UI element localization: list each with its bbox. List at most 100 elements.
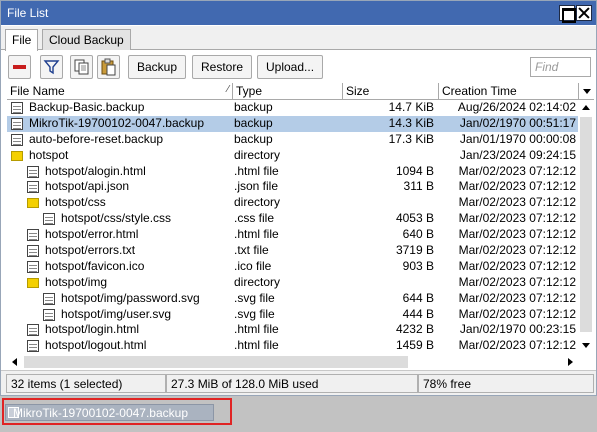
paste-button[interactable] [97,55,120,79]
file-type-cell: .html file [234,227,279,242]
file-size-cell: 1094 B [395,163,434,178]
file-size-cell: 14.7 KiB [388,100,434,114]
file-name-cell: MikroTik-19700102-0047.backup [7,116,232,132]
file-size-cell [342,275,438,291]
file-name-text: hotspot/error.html [45,227,139,242]
restore-icon[interactable] [559,5,576,23]
table-row[interactable]: hotspot/login.html .html file 4232 B Jan/02… [7,322,578,338]
table-row[interactable]: hotspot/errors.txt .txt file 3719 B Mar/02/… [7,243,578,259]
table-row[interactable]: hotspot/api.json .json file 311 B Mar/02/20… [7,179,578,195]
close-icon[interactable] [576,5,592,21]
file-name-text: hotspot [29,147,69,162]
vertical-scroll-thumb[interactable] [580,117,592,332]
file-type-cell: .ico file [234,258,272,273]
creation-time-cell: Jan/02/1970 00:51:17 [459,115,576,130]
file-name-cell: hotspot/css [7,195,232,211]
table-row[interactable]: hotspot/error.html .html file 640 B Mar/02/… [7,227,578,243]
horizontal-scroll-thumb[interactable] [24,356,408,368]
find-input[interactable] [530,57,591,77]
file-size-cell: 3719 B [395,243,434,258]
file-name-cell: Backup-Basic.backup [7,100,232,116]
vertical-scrollbar[interactable] [578,100,594,354]
file-icon [27,340,39,353]
remove-button[interactable] [8,55,31,79]
file-icon [43,213,55,226]
scroll-down-icon[interactable] [578,338,594,354]
file-name-text: hotspot/api.json [45,179,130,194]
table-row[interactable]: MikroTik-19700102-0047.backup backup 14.3 … [7,115,578,132]
upload-button[interactable]: Upload... [257,55,324,79]
tab-file[interactable]: File [5,29,39,51]
file-name-cell: hotspot/logout.html [7,338,232,354]
backup-button[interactable]: Backup [128,55,187,79]
scroll-right-icon[interactable] [562,354,578,370]
file-name-text: hotspot/css [45,195,106,210]
restore-button[interactable]: Restore [192,55,253,79]
window-title: File List [7,6,49,20]
highlighted-minimized-window: MikroTik-19700102-0047.backup [2,398,232,425]
table-row[interactable]: hotspot/favicon.ico .ico file 903 B Mar/02/… [7,259,578,275]
horizontal-scrollbar[interactable] [7,354,578,370]
file-icon [43,308,55,321]
file-type-cell: .json file [234,179,279,194]
copy-button[interactable] [70,55,93,79]
column-header-file-name[interactable]: File Name ⁄ [7,83,232,100]
table-row[interactable]: hotspot/alogin.html .html file 1094 B Mar/0… [7,164,578,180]
table-row[interactable]: Backup-Basic.backup backup 14.7 KiB Aug/26/… [7,100,578,116]
file-name-cell: hotspot/errors.txt [7,243,232,259]
column-header-type[interactable]: Type [232,83,342,100]
file-icon [11,133,23,146]
folder-icon [27,277,39,288]
column-header-creation-time[interactable]: Creation Time [438,83,578,100]
scroll-left-icon[interactable] [7,354,23,370]
file-name-cell: hotspot/error.html [7,227,232,243]
file-icon [27,324,39,337]
file-name-cell: hotspot/img [7,275,232,291]
minimized-window-tab[interactable]: MikroTik-19700102-0047.backup [5,404,214,421]
sort-indicator-icon: ⁄ [227,84,229,95]
scroll-up-icon[interactable] [578,100,594,116]
file-name-text: hotspot/img [45,274,108,289]
columns-dropdown-icon[interactable] [578,83,594,100]
file-list-window: File List File Cloud Backup Backup Resto… [0,0,597,396]
file-name-cell: hotspot/css/style.css [7,211,232,227]
file-name-text: hotspot/errors.txt [45,243,136,258]
filter-button[interactable] [40,55,63,79]
status-item-count: 32 items (1 selected) [6,374,166,393]
tab-cloud-backup[interactable]: Cloud Backup [42,29,131,50]
creation-time-cell: Aug/26/2024 02:14:02 [457,100,576,114]
table-row[interactable]: hotspot/img directory Mar/02/2023 07:12:12 [7,275,578,291]
file-name-cell: hotspot [7,148,232,164]
file-icon [43,292,55,305]
file-size-cell [342,148,438,164]
file-type-cell: .svg file [234,306,275,321]
file-name-cell: hotspot/favicon.ico [7,259,232,275]
folder-icon [11,150,23,161]
file-type-cell: .html file [234,322,279,337]
table-row[interactable]: hotspot/logout.html .html file 1459 B Mar/0… [7,338,578,354]
file-size-cell: 640 B [402,227,434,242]
creation-time-cell: Mar/02/2023 07:12:12 [458,195,576,210]
minus-icon [13,65,26,69]
creation-time-cell: Mar/02/2023 07:12:12 [458,227,576,242]
table-row[interactable]: hotspot/img/user.svg .svg file 444 B Mar/02… [7,307,578,323]
file-name-cell: hotspot/alogin.html [7,164,232,180]
title-bar[interactable]: File List [1,1,596,25]
file-name-text: MikroTik-19700102-0047.backup [29,115,204,130]
table-row[interactable]: hotspot/css directory Mar/02/2023 07:12:12 [7,195,578,211]
table-row[interactable]: hotspot/css/style.css .css file 4053 B Mar/… [7,211,578,227]
creation-time-cell: Jan/23/2024 09:24:15 [459,147,576,162]
status-free-space: 78% free [418,374,594,393]
file-name-text: hotspot/login.html [45,322,140,337]
creation-time-cell: Mar/02/2023 07:12:12 [458,306,576,321]
file-type-cell: directory [234,274,281,289]
table-row[interactable]: hotspot/img/password.svg .svg file 644 B Ma… [7,291,578,307]
column-header-size[interactable]: Size [342,83,438,100]
table-row[interactable]: auto-before-reset.backup backup 17.3 KiB Ja… [7,132,578,148]
file-name-text: auto-before-reset.backup [29,131,164,146]
creation-time-cell: Mar/02/2023 07:12:12 [458,211,576,226]
creation-time-cell: Mar/02/2023 07:12:12 [458,163,576,178]
table-row[interactable]: hotspot directory Jan/23/2024 09:24:15 [7,148,578,164]
file-name-cell: hotspot/img/password.svg [7,291,232,307]
copy-icon [74,59,89,75]
